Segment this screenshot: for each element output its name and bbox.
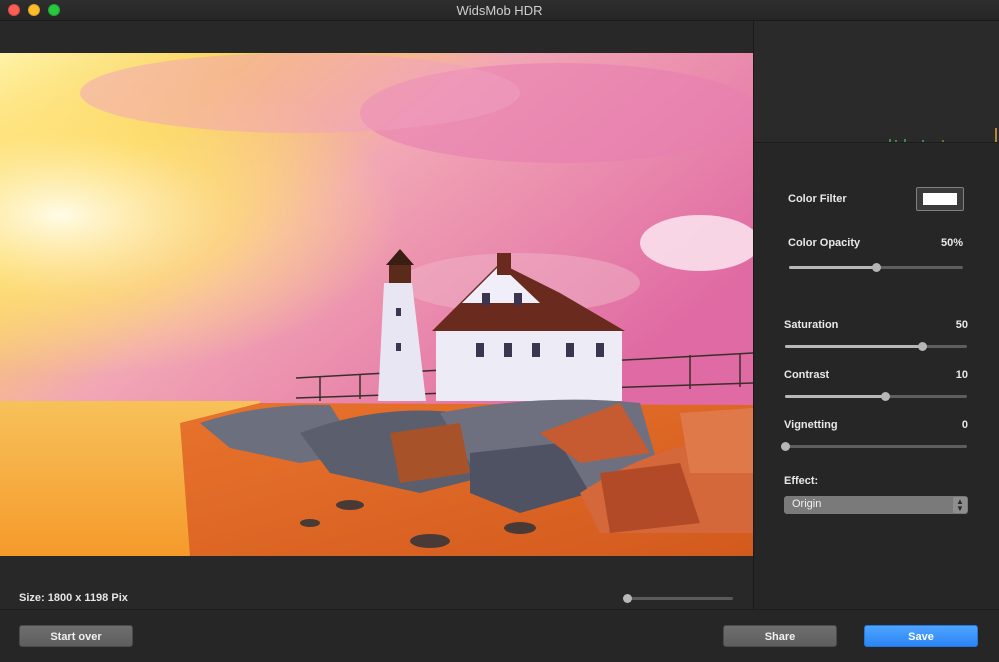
bottom-toolbar: Start over Share Save [0, 609, 999, 662]
updown-chevron-icon: ▲ ▼ [953, 497, 967, 513]
contrast-slider[interactable] [785, 392, 967, 401]
contrast-label: Contrast [784, 369, 830, 381]
image-preview-area: Size: 1800 x 1198 Pix [0, 21, 753, 609]
histogram-bar [922, 140, 924, 142]
histogram-bar [889, 139, 891, 142]
saturation-label: Saturation [784, 319, 839, 331]
start-over-button[interactable]: Start over [19, 625, 133, 647]
color-opacity-value: 50% [940, 237, 963, 249]
contrast-value: 10 [955, 369, 968, 381]
color-filter-well[interactable] [916, 187, 964, 211]
color-filter-label: Color Filter [788, 193, 847, 205]
image-size-label: Size: 1800 x 1198 Pix [19, 592, 128, 604]
vignetting-value: 0 [961, 419, 968, 431]
app-window: WidsMob HDR Size: 1800 x 1198 Pix Color … [0, 0, 999, 662]
color-opacity-fill [789, 266, 876, 269]
color-filter-swatch [923, 193, 957, 205]
saturation-fill [785, 345, 922, 348]
photo-image [0, 53, 753, 556]
histogram-bar [995, 128, 997, 142]
zoom-slider-handle[interactable] [623, 594, 632, 603]
vignetting-handle[interactable] [781, 442, 790, 451]
color-opacity-handle[interactable] [872, 263, 881, 272]
color-opacity-slider[interactable] [789, 263, 963, 272]
saturation-handle[interactable] [917, 342, 927, 351]
vignetting-label: Vignetting [784, 419, 838, 431]
contrast-fill [785, 395, 886, 398]
histogram-panel [754, 21, 999, 143]
histogram-bar [904, 139, 906, 142]
effect-select-value: Origin [792, 498, 822, 510]
adjustments-panel: Color Filter Color Opacity 50% Saturatio… [754, 144, 999, 609]
histogram-bar [895, 140, 897, 142]
share-button[interactable]: Share [723, 625, 837, 647]
effect-select[interactable]: Origin ▲ ▼ [784, 496, 968, 514]
title-bar: WidsMob HDR [0, 0, 999, 21]
histogram-bar [942, 140, 944, 142]
zoom-slider-track[interactable] [627, 597, 733, 600]
effect-label: Effect: [784, 475, 819, 487]
window-title: WidsMob HDR [456, 3, 543, 18]
saturation-value: 50 [955, 319, 968, 331]
vignetting-slider[interactable] [781, 442, 967, 451]
color-opacity-label: Color Opacity [788, 237, 861, 249]
photo-preview[interactable] [0, 53, 753, 556]
saturation-slider[interactable] [785, 342, 967, 351]
save-button[interactable]: Save [864, 625, 978, 647]
contrast-handle[interactable] [881, 392, 891, 401]
